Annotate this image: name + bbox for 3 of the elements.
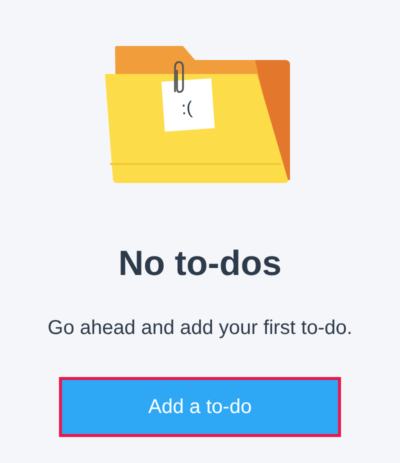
empty-state-message: Go ahead and add your first to-do. [48, 316, 352, 340]
add-todo-button[interactable]: Add a to-do [59, 376, 341, 436]
empty-state-title: No to-dos [118, 243, 282, 285]
